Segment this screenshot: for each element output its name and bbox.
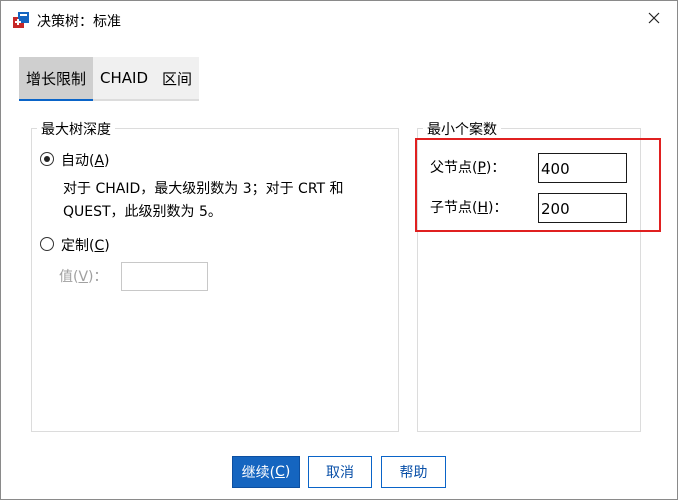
auto-radio[interactable] (40, 152, 54, 166)
dialog-window: 决策树：标准 增长限制 CHAID 区间 最大树深度 自动(A) 对于 CHAI… (0, 0, 678, 500)
auto-radio-label[interactable]: 自动(A) (61, 150, 110, 170)
spss-tree-icon (12, 11, 30, 29)
title-bar: 决策树：标准 (1, 1, 677, 39)
tab-growth-limits[interactable]: 增长限制 (19, 57, 94, 101)
custom-radio-label[interactable]: 定制(C) (61, 235, 110, 255)
window-title: 决策树：标准 (37, 14, 121, 30)
custom-radio[interactable] (40, 237, 54, 251)
child-node-input[interactable]: 200 (538, 193, 627, 223)
tab-label: 增长限制 (26, 69, 87, 88)
min-cases-legend: 最小个案数 (423, 119, 501, 139)
tab-label: CHAID (100, 69, 149, 87)
depth-description-line2: QUEST，此级别数为 5。 (63, 204, 222, 220)
parent-node-label: 父节点(P)： (430, 160, 506, 176)
child-node-label: 子节点(H)： (430, 200, 508, 216)
tab-label: 区间 (162, 69, 193, 88)
parent-node-input[interactable]: 400 (538, 153, 627, 183)
close-button[interactable] (631, 1, 677, 39)
tab-chaid[interactable]: CHAID (93, 57, 156, 101)
value-label: 值(V)： (59, 269, 108, 285)
radio-selected-dot (44, 156, 50, 162)
cancel-button[interactable]: 取消 (308, 456, 372, 488)
tab-strip: 增长限制 CHAID 区间 (19, 57, 200, 101)
depth-description-line1: 对于 CHAID，最大级别数为 3；对于 CRT 和 (63, 181, 344, 197)
help-button[interactable]: 帮助 (381, 456, 446, 488)
max-depth-legend: 最大树深度 (37, 119, 115, 139)
close-icon (648, 12, 660, 28)
depth-value-input[interactable] (121, 262, 208, 291)
continue-button[interactable]: 继续(C) (232, 456, 300, 488)
tab-intervals[interactable]: 区间 (155, 57, 200, 101)
